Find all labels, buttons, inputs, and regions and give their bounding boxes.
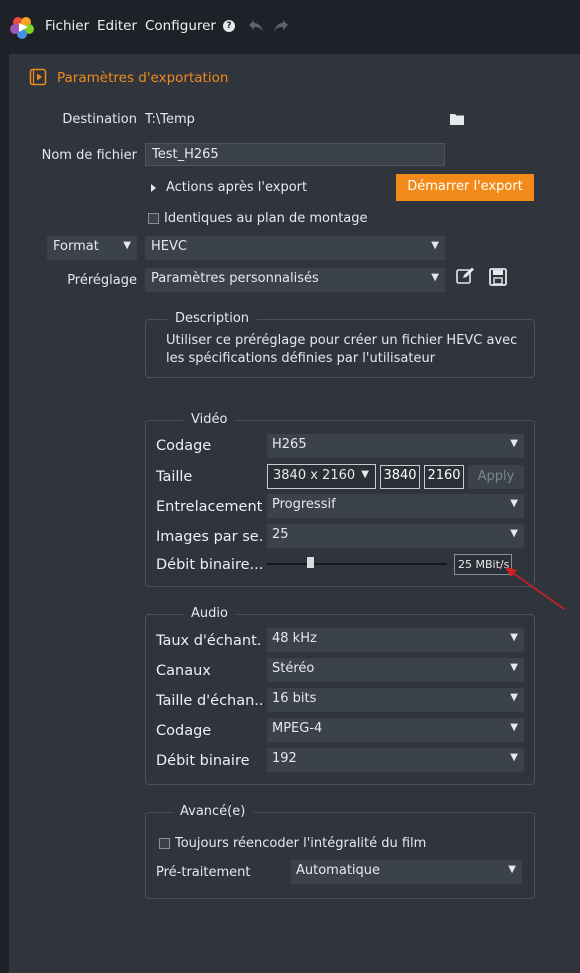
interlace-value: Progressif [272, 497, 336, 512]
destination-value: T:\Temp [145, 112, 195, 127]
video-encoding-label: Codage [156, 438, 212, 454]
edit-icon[interactable] [456, 267, 475, 289]
destination-label: Destination [62, 112, 137, 127]
actions-after-export-toggle[interactable]: Actions après l'export [166, 180, 307, 195]
apply-button[interactable]: Apply [468, 465, 524, 489]
audio-encoding-value: MPEG-4 [272, 721, 323, 736]
fps-label: Images par se... [156, 529, 262, 545]
bitrate-slider-track[interactable] [267, 563, 447, 565]
format-select[interactable]: HEVC ▼ [145, 236, 445, 260]
audio-bitrate-value: 192 [272, 751, 297, 766]
description-line-2: les spécifications définies par l'utilis… [166, 351, 436, 366]
advanced-group [145, 812, 535, 899]
samplesize-value: 16 bits [272, 691, 317, 706]
preset-label: Préréglage [67, 273, 137, 288]
chevron-down-icon: ▼ [510, 692, 518, 703]
samplerate-value: 48 kHz [272, 631, 317, 646]
reencode-checkbox[interactable] [159, 838, 170, 849]
chevron-down-icon: ▼ [510, 662, 518, 673]
chevron-down-icon: ▼ [510, 498, 518, 509]
format-type-select[interactable]: Format ▼ [47, 236, 137, 260]
interlace-select[interactable]: Progressif ▼ [267, 494, 524, 518]
chevron-down-icon: ▼ [510, 722, 518, 733]
annotation-arrow-icon [505, 567, 565, 610]
preset-select[interactable]: Paramètres personnalisés ▼ [145, 268, 445, 292]
description-group [145, 319, 535, 378]
filename-input[interactable]: Test_H265 [145, 143, 445, 166]
undo-icon[interactable] [248, 19, 264, 37]
redo-icon[interactable] [273, 19, 289, 37]
preprocess-label: Pré-traitement [156, 865, 251, 880]
video-height-input[interactable]: 2160 [424, 465, 464, 489]
folder-icon[interactable] [450, 113, 464, 129]
chevron-down-icon: ▼ [510, 752, 518, 763]
filename-label: Nom de fichier [41, 148, 137, 163]
video-size-value: 3840 x 2160 [273, 468, 356, 483]
video-encoding-select[interactable]: H265 ▼ [267, 434, 524, 458]
description-line-1: Utiliser ce préréglage pour créer un fic… [166, 333, 518, 348]
bitrate-slider-thumb[interactable] [307, 557, 315, 568]
preset-value: Paramètres personnalisés [151, 271, 319, 286]
video-title: Vidéo [183, 412, 236, 427]
reencode-label: Toujours réencoder l'intégralité du film [175, 836, 427, 851]
samplesize-label: Taille d'échan... [156, 693, 262, 709]
format-value: HEVC [151, 239, 187, 254]
audio-encoding-select[interactable]: MPEG-4 ▼ [267, 718, 524, 742]
panel-title: Paramètres d'exportation [57, 70, 229, 86]
same-as-timeline-label: Identiques au plan de montage [164, 211, 368, 226]
preprocess-select[interactable]: Automatique ▼ [291, 860, 522, 884]
chevron-down-icon: ▼ [508, 864, 516, 875]
format-label: Format [53, 239, 99, 254]
video-width-input[interactable]: 3840 [380, 465, 420, 489]
fps-select[interactable]: 25 ▼ [267, 524, 524, 548]
fps-value: 25 [272, 527, 289, 542]
help-icon[interactable]: ? [223, 20, 235, 32]
chevron-down-icon: ▼ [510, 438, 518, 449]
audio-bitrate-label: Débit binaire [156, 753, 250, 769]
samplerate-label: Taux d'échant... [156, 633, 262, 649]
start-export-button[interactable]: Démarrer l'export [396, 174, 534, 201]
expand-arrow-icon[interactable] [151, 184, 156, 192]
interlace-label: Entrelacement [156, 499, 262, 515]
chevron-down-icon: ▼ [431, 272, 439, 283]
chevron-down-icon: ▼ [510, 632, 518, 643]
chevron-down-icon: ▼ [361, 469, 369, 480]
video-size-select[interactable]: 3840 x 2160 ▼ [267, 464, 376, 489]
video-size-label: Taille [156, 469, 193, 485]
channels-select[interactable]: Stéréo ▼ [267, 658, 524, 682]
chevron-down-icon: ▼ [123, 240, 131, 251]
same-as-timeline-checkbox[interactable] [148, 213, 159, 224]
channels-label: Canaux [156, 663, 211, 679]
audio-title: Audio [183, 606, 236, 621]
video-bitrate-label: Débit binaire... [156, 557, 262, 573]
app-logo-icon [9, 14, 35, 40]
menu-configurer[interactable]: Configurer [145, 18, 216, 34]
export-film-icon [29, 68, 47, 90]
save-icon[interactable] [489, 268, 507, 290]
audio-bitrate-select[interactable]: 192 ▼ [267, 748, 524, 772]
video-encoding-value: H265 [272, 437, 307, 452]
samplerate-select[interactable]: 48 kHz ▼ [267, 628, 524, 652]
chevron-down-icon: ▼ [431, 240, 439, 251]
advanced-title: Avancé(e) [172, 804, 254, 819]
chevron-down-icon: ▼ [510, 528, 518, 539]
menu-fichier[interactable]: Fichier [45, 18, 89, 34]
channels-value: Stéréo [272, 661, 315, 676]
menu-editer[interactable]: Editer [97, 18, 137, 34]
preprocess-value: Automatique [296, 863, 381, 878]
audio-encoding-label: Codage [156, 723, 212, 739]
samplesize-select[interactable]: 16 bits ▼ [267, 688, 524, 712]
description-title: Description [167, 311, 258, 326]
